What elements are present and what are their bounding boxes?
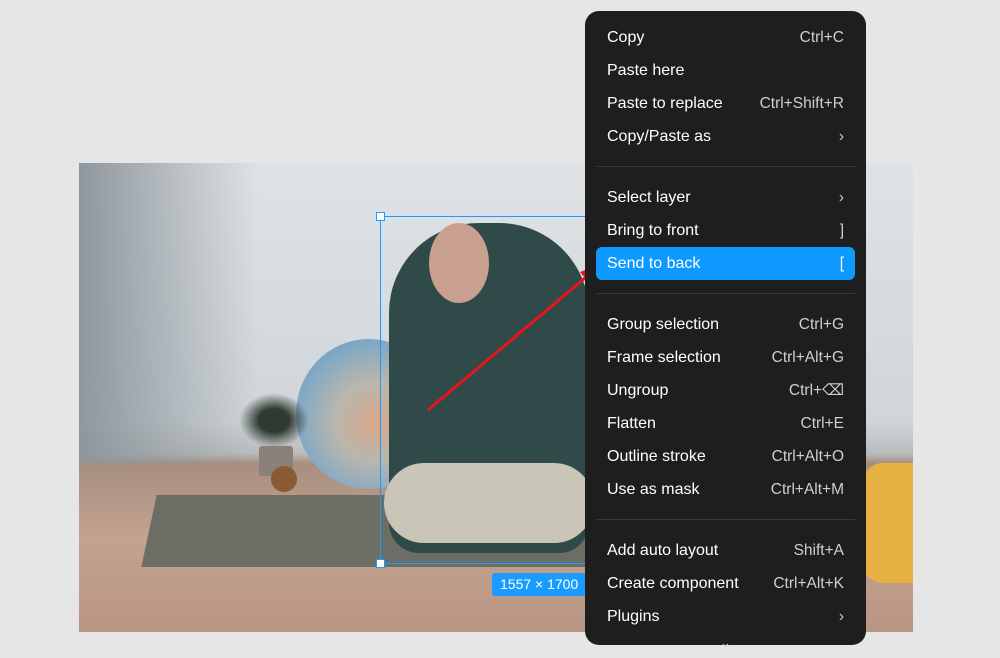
menu-item-label: Group selection: [607, 315, 720, 333]
menu-item-send-to-back[interactable]: Send to back [: [596, 247, 855, 280]
menu-item-label: Create component: [607, 574, 739, 592]
menu-item-label: Paste to replace: [607, 94, 723, 112]
menu-item-copy-paste-as[interactable]: Copy/Paste as ›: [596, 120, 855, 153]
menu-item-label: Add auto layout: [607, 541, 719, 559]
menu-item-create-component[interactable]: Create component Ctrl+Alt+K: [596, 567, 855, 600]
menu-item-ungroup[interactable]: Ungroup Ctrl+⌫: [596, 374, 855, 407]
chevron-right-icon: ›: [838, 188, 844, 206]
menu-item-label: Outline stroke: [607, 447, 706, 465]
menu-item-shortcut: [: [839, 254, 844, 272]
menu-separator: [596, 166, 855, 167]
menu-item-shortcut: Ctrl+C: [799, 28, 844, 46]
chevron-right-icon: ›: [838, 127, 844, 145]
menu-separator: [596, 293, 855, 294]
menu-item-add-auto-layout[interactable]: Add auto layout Shift+A: [596, 534, 855, 567]
menu-item-shortcut: Ctrl+Alt+M: [770, 480, 844, 498]
menu-item-shortcut: Ctrl+G: [798, 315, 844, 333]
menu-item-plugins[interactable]: Plugins ›: [596, 600, 855, 633]
menu-item-paste-here[interactable]: Paste here: [596, 54, 855, 87]
menu-item-label: Plugins: [607, 607, 660, 625]
menu-item-label: Select layer: [607, 188, 691, 206]
menu-item-label: Paste here: [607, 61, 685, 79]
menu-item-shortcut: Ctrl+Alt+G: [771, 348, 844, 366]
menu-item-paste-to-replace[interactable]: Paste to replace Ctrl+Shift+R: [596, 87, 855, 120]
menu-item-label: Copy: [607, 28, 645, 46]
menu-item-label: Bring to front: [607, 221, 699, 239]
menu-item-shortcut: Ctrl+⌫: [788, 382, 844, 399]
menu-item-flatten[interactable]: Flatten Ctrl+E: [596, 407, 855, 440]
menu-item-copy[interactable]: Copy Ctrl+C: [596, 21, 855, 54]
menu-item-outline-stroke[interactable]: Outline stroke Ctrl+Alt+O: [596, 440, 855, 473]
menu-item-use-as-mask[interactable]: Use as mask Ctrl+Alt+M: [596, 473, 855, 506]
menu-item-label: Use as mask: [607, 480, 700, 498]
context-menu: Copy Ctrl+C Paste here Paste to replace Ctrl…: [585, 11, 866, 650]
menu-item-shortcut: Ctrl+E: [800, 414, 845, 432]
menu-item-shortcut: Ctrl+Alt+K: [773, 574, 844, 592]
menu-item-bring-to-front[interactable]: Bring to front]: [596, 214, 855, 247]
menu-item-shortcut: Shift+A: [793, 541, 844, 559]
menu-item-shortcut: Ctrl+Shift+R: [759, 94, 844, 112]
menu-item-shortcut: Ctrl+Alt+O: [771, 447, 844, 465]
menu-item-label: Flatten: [607, 414, 656, 432]
menu-separator: [596, 519, 855, 520]
menu-item-frame-selection[interactable]: Frame selection Ctrl+Alt+G: [596, 341, 855, 374]
menu-item-select-layer[interactable]: Select layer ›: [596, 181, 855, 214]
menu-item-label: Frame selection: [607, 348, 721, 366]
chevron-right-icon: ›: [838, 607, 844, 625]
menu-item-label: Ungroup: [607, 381, 669, 399]
menu-item-shortcut: ]: [839, 221, 844, 239]
menu-item-group-selection[interactable]: Group selection Ctrl+G: [596, 308, 855, 341]
menu-item-label: Copy/Paste as: [607, 127, 712, 145]
scroll-down-chevron-icon[interactable]: ⌄: [596, 635, 855, 651]
menu-item-label: Send to back: [607, 254, 701, 272]
